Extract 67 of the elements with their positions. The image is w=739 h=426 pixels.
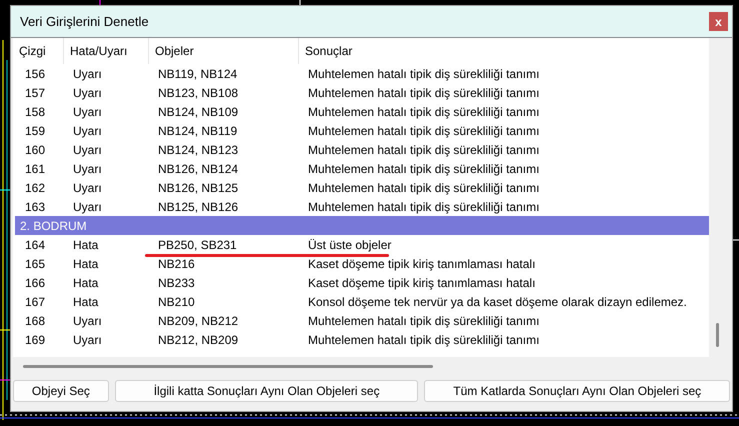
table-cell-text: Muhtelemen hatalı tipik diş sürekliliği tanımı <box>307 124 540 138</box>
close-button[interactable]: x <box>709 12 728 31</box>
table-cell-text: Uyarı <box>72 104 103 118</box>
table-cell-text: Uyarı <box>72 86 103 100</box>
table-cell-text: 162 <box>24 180 46 194</box>
table-cell-text: NB216 <box>157 256 196 270</box>
action-button[interactable]: Objeyi Seç <box>13 380 109 402</box>
table-cell-text: Muhtelemen hatalı tipik diş sürekliliği tanımı <box>307 66 540 80</box>
table-cell-text: Kaset döşeme tipik kiriş tanımlaması hatalı <box>307 256 536 270</box>
table-cell-text: Muhtelemen hatalı tipik diş sürekliliği tanımı <box>307 314 540 328</box>
table-cell-text: Uyarı <box>72 142 103 156</box>
table-cell-text: Muhtelemen hatalı tipik diş sürekliliği tanımı <box>307 104 540 118</box>
group-row: 2. BODRUM <box>15 216 709 235</box>
table-cell-text: NB123, NB108 <box>157 86 240 100</box>
table-cell-text: 164 <box>24 238 46 252</box>
table-cell-text: 159 <box>24 124 46 138</box>
table-cell-text: Kaset döşeme tipik kiriş tanımlaması hatalı <box>307 276 536 290</box>
table-cell-text: Muhtelemen hatalı tipik diş sürekliliği tanımı <box>307 200 540 214</box>
table-cell-text: NB119, NB124 <box>157 66 238 80</box>
table-cell-text: 160 <box>24 142 46 156</box>
table-cell-text: Hata <box>72 238 100 252</box>
table-cell-text: Hata <box>72 276 100 290</box>
table-cell-text: Muhtelemen hatalı tipik diş sürekliliği tanımı <box>307 86 540 100</box>
table-cell-text: Hata <box>72 294 100 308</box>
table-cell-text: 165 <box>24 256 46 270</box>
table-cell-text: 157 <box>24 86 46 100</box>
table-cell-text: Konsol döşeme tek nervür ya da kaset döşeme olarak dizayn edilemez. <box>307 294 688 308</box>
action-button[interactable]: Tüm Katlarda Sonuçları Aynı Olan Objeleri seç <box>424 380 730 402</box>
table-cell-text: NB210 <box>157 294 196 308</box>
table-cell-text: 161 <box>24 162 46 176</box>
table-cell-text: Üst üste objeler <box>307 238 392 252</box>
table-cell-text: 166 <box>24 276 46 290</box>
table-cell-text: NB125, NB126 <box>157 200 240 214</box>
table-cell-text: Uyarı <box>72 314 103 328</box>
table-cell-text: Muhtelemen hatalı tipik diş sürekliliği tanımı <box>307 142 540 156</box>
table-cell-text: NB124, NB109 <box>157 104 240 118</box>
window-title: Veri Girişlerini Denetle <box>20 14 149 29</box>
table-cell-text: Hata <box>72 256 100 270</box>
table-cell-text: Uyarı <box>72 124 103 138</box>
table-cell-text: Muhtelemen hatalı tipik diş sürekliliği tanımı <box>307 180 540 194</box>
table-cell-text: 158 <box>24 104 46 118</box>
table-cell-text: Muhtelemen hatalı tipik diş sürekliliği tanımı <box>307 162 540 176</box>
table-cell-text: Muhtelemen hatalı tipik diş sürekliliği tanımı <box>307 332 540 346</box>
column-header[interactable]: Hata/Uyarı <box>63 38 148 64</box>
scrollbar-thumb[interactable] <box>716 323 719 347</box>
column-header[interactable]: Objeler <box>148 38 298 64</box>
table-cell-text: Uyarı <box>72 200 103 214</box>
table-cell-text: 163 <box>24 200 46 214</box>
table-cell-text: PB250, SB231 <box>157 238 238 252</box>
table-cell-text: Uyarı <box>72 180 103 194</box>
table-cell-text: 169 <box>24 332 46 346</box>
table-cell-text: Uyarı <box>72 66 103 80</box>
table-cell-text: NB124, NB123 <box>157 142 240 156</box>
table-cell-text: NB126, NB125 <box>157 180 240 194</box>
table-cell-text: NB233 <box>157 276 196 290</box>
table-cell-text: NB124, NB119 <box>157 124 238 138</box>
table-cell-text: NB212, NB209 <box>157 332 240 346</box>
action-button[interactable]: İlgili katta Sonuçları Aynı Olan Objeleri seç <box>114 380 418 402</box>
column-header[interactable]: Çizgi <box>13 38 63 64</box>
table-cell-text: 167 <box>24 294 46 308</box>
table-cell-text: 156 <box>24 66 46 80</box>
table-cell-text: NB126, NB124 <box>157 162 240 176</box>
table-cell-text: Uyarı <box>72 332 103 346</box>
scrollbar-thumb[interactable] <box>23 364 433 368</box>
table-cell-text: Uyarı <box>72 162 103 176</box>
table-cell-text: NB209, NB212 <box>157 314 240 328</box>
table-cell-text: 168 <box>24 314 46 328</box>
